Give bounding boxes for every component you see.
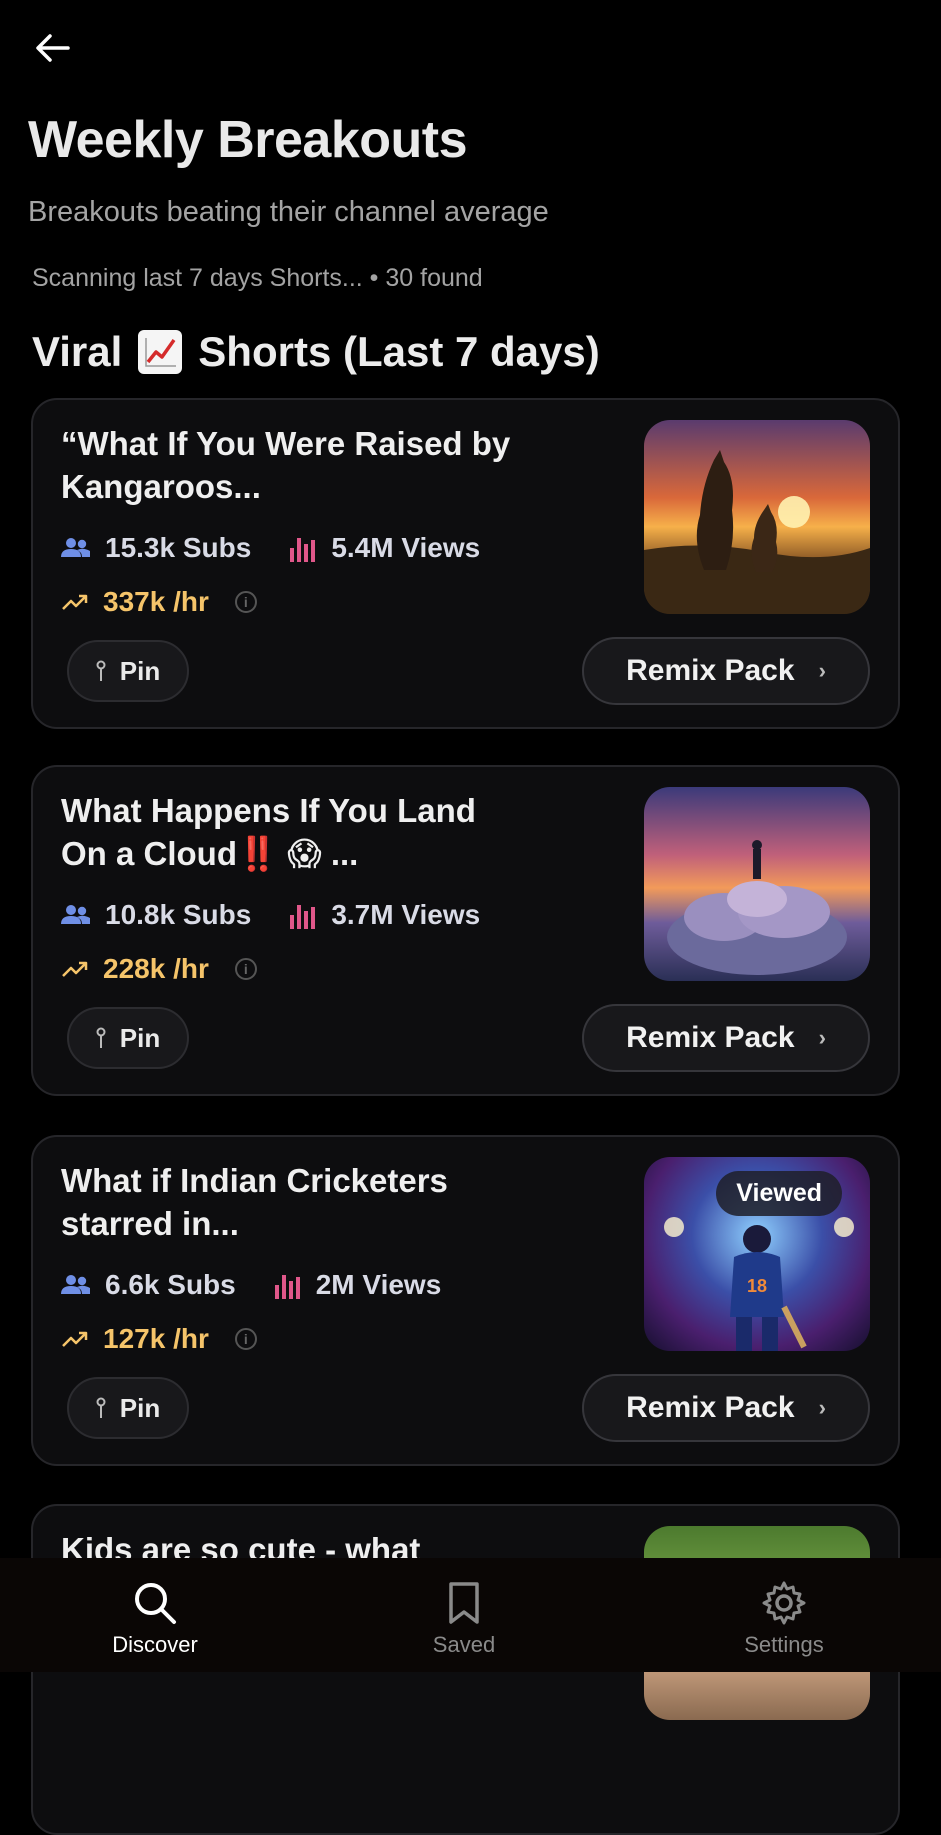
section-title-suffix: Shorts (Last 7 days)	[198, 328, 600, 375]
cricketer-stadium-image[interactable]: 18 Viewed	[644, 1157, 870, 1351]
rate-value: 337k /hr	[103, 586, 209, 617]
breakout-card[interactable]: What if Indian Cricketers starred in... …	[31, 1135, 900, 1466]
nav-saved-label: Saved	[432, 1632, 496, 1657]
pin-label: Pin	[119, 655, 161, 686]
trending-up-icon	[62, 1331, 88, 1347]
views-count: 2M Views	[315, 1269, 442, 1300]
chevron-right-icon: ›	[818, 1025, 826, 1050]
chevron-right-icon: ›	[818, 1395, 826, 1420]
users-icon	[61, 538, 90, 557]
section-title: Viral Shorts (Last 7 days)	[32, 328, 600, 376]
views-per-hour: 228k /hr i	[61, 953, 257, 985]
pin-button[interactable]: Pin	[67, 1007, 189, 1069]
kangaroos-sunset-image[interactable]	[644, 420, 870, 614]
views-per-hour: 337k /hr i	[61, 586, 257, 618]
remix-pack-button[interactable]: Remix Pack ›	[582, 637, 870, 705]
info-icon[interactable]: i	[234, 591, 257, 613]
nav-discover[interactable]: Discover	[65, 1558, 245, 1672]
section-title-prefix: Viral	[32, 328, 123, 375]
nav-saved[interactable]: Saved	[374, 1558, 554, 1672]
card-stats: 6.6k Subs 2M Views	[61, 1269, 479, 1301]
remix-label: Remix Pack	[626, 1391, 795, 1424]
info-icon[interactable]: i	[234, 958, 257, 980]
remix-pack-button[interactable]: Remix Pack ›	[582, 1374, 870, 1442]
viewed-badge: Viewed	[716, 1171, 842, 1216]
page-subtitle: Breakouts beating their channel average	[28, 196, 549, 228]
arrow-left-icon[interactable]	[30, 28, 74, 72]
bar-chart-icon	[290, 905, 316, 929]
chevron-right-icon: ›	[818, 658, 826, 683]
users-icon	[61, 905, 90, 924]
trending-up-icon	[62, 961, 88, 977]
breakout-card[interactable]: “What If You Were Raised by Kangaroos...…	[31, 398, 900, 729]
views-per-hour: 127k /hr i	[61, 1323, 257, 1355]
views-count: 5.4M Views	[331, 532, 481, 563]
video-title: What if Indian Cricketers starred in...	[61, 1162, 448, 1242]
nav-discover-label: Discover	[112, 1632, 198, 1657]
trending-up-icon	[62, 594, 88, 610]
search-icon	[135, 1583, 176, 1624]
pin-label: Pin	[119, 1022, 161, 1053]
breakout-card[interactable]: What Happens If You Land On a Cloud‼️ 😱 …	[31, 765, 900, 1096]
nav-settings-label: Settings	[744, 1632, 824, 1657]
rate-value: 127k /hr	[103, 1323, 209, 1354]
subs-count: 15.3k Subs	[105, 532, 252, 563]
svg-text:18: 18	[747, 1276, 767, 1296]
remix-label: Remix Pack	[626, 1021, 795, 1054]
bar-chart-icon	[274, 1275, 300, 1299]
views-count: 3.7M Views	[331, 899, 481, 930]
scan-status: Scanning last 7 days Shorts... • 30 foun…	[32, 264, 483, 292]
info-icon[interactable]: i	[234, 1328, 257, 1350]
card-stats: 10.8k Subs 3.7M Views	[61, 899, 518, 931]
pin-label: Pin	[119, 1392, 161, 1423]
subs-count: 6.6k Subs	[105, 1269, 236, 1300]
pin-icon	[96, 660, 106, 681]
chart-increasing-icon	[138, 330, 183, 374]
bookmark-icon	[449, 1582, 479, 1624]
person-on-cloud-image[interactable]	[644, 787, 870, 981]
pin-icon	[96, 1397, 106, 1418]
gear-icon	[762, 1581, 806, 1625]
pin-button[interactable]: Pin	[67, 1377, 189, 1439]
page-title: Weekly Breakouts	[28, 111, 468, 169]
pin-button[interactable]: Pin	[67, 640, 189, 702]
rate-value: 228k /hr	[103, 953, 209, 984]
remix-label: Remix Pack	[626, 654, 795, 687]
nav-settings[interactable]: Settings	[694, 1558, 874, 1672]
users-icon	[61, 1275, 90, 1294]
subs-count: 10.8k Subs	[105, 899, 252, 930]
pin-icon	[96, 1027, 106, 1048]
remix-pack-button[interactable]: Remix Pack ›	[582, 1004, 870, 1072]
bar-chart-icon	[290, 538, 316, 562]
video-title: “What If You Were Raised by Kangaroos...	[61, 425, 511, 505]
card-stats: 15.3k Subs 5.4M Views	[61, 532, 518, 564]
bottom-nav: Discover Saved Settings	[0, 1558, 941, 1672]
video-title: What Happens If You Land On a Cloud‼️ 😱 …	[61, 792, 476, 872]
